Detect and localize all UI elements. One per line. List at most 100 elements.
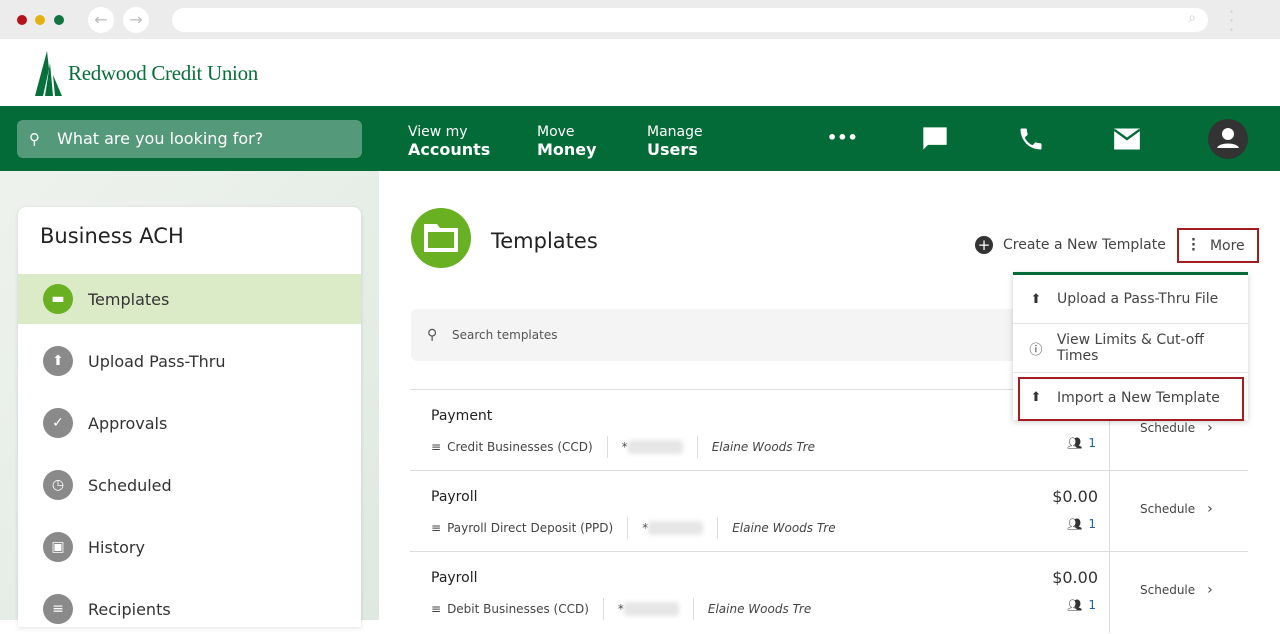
search-icon: ⌕ bbox=[1188, 10, 1196, 26]
sidebar-item-label: Templates bbox=[88, 289, 170, 309]
template-name: Payment bbox=[431, 408, 493, 424]
template-type: Payroll Direct Deposit (PPD) bbox=[447, 521, 614, 535]
account-number-blurred bbox=[627, 440, 683, 454]
plus-circle-icon: + bbox=[975, 236, 993, 254]
nav-label-bottom: Money bbox=[537, 140, 597, 159]
templates-folder-icon bbox=[411, 208, 471, 268]
nav-label-bottom: Accounts bbox=[408, 140, 491, 159]
sidebar-item-history[interactable]: ▣ History bbox=[18, 522, 361, 572]
account-mask: * bbox=[617, 602, 624, 616]
chat-icon[interactable] bbox=[921, 125, 949, 153]
schedule-button[interactable]: Schedule › bbox=[1140, 501, 1213, 517]
more-dropdown-menu: ⬆ Upload a Pass-Thru File ⓘ View Limits & … bbox=[1013, 272, 1248, 420]
divider bbox=[696, 436, 698, 458]
sidebar-item-upload-pass-thru[interactable]: ⬆ Upload Pass-Thru bbox=[18, 336, 361, 386]
upload-icon: ⬆ bbox=[1030, 390, 1042, 405]
sidebar-item-templates[interactable]: ▬ Templates bbox=[18, 274, 361, 324]
nav-label-top: Move bbox=[537, 124, 575, 140]
template-row[interactable]: Payroll ≡ Payroll Direct Deposit (PPD) * El… bbox=[410, 470, 1248, 552]
users-icon: 👥︎ bbox=[1067, 598, 1083, 612]
sidebar-item-approvals[interactable]: ✓ Approvals bbox=[18, 398, 361, 448]
account-mask: * bbox=[621, 440, 628, 454]
schedule-label: Schedule bbox=[1140, 502, 1196, 516]
recipient-count: 👥︎ 1 bbox=[1067, 436, 1096, 450]
menu-item-label: View Limits & Cut-off Times bbox=[1056, 332, 1205, 364]
schedule-button[interactable]: Schedule › bbox=[1140, 582, 1213, 598]
clipboard-check-icon: ✓ bbox=[43, 408, 73, 438]
mail-icon[interactable] bbox=[1113, 127, 1141, 151]
template-type: Credit Businesses (CCD) bbox=[447, 440, 593, 454]
sidebar-item-label: Approvals bbox=[88, 413, 168, 433]
phone-icon[interactable] bbox=[1017, 125, 1045, 153]
kebab-icon: · · · bbox=[1191, 233, 1196, 258]
brand-name[interactable]: Redwood Credit Union bbox=[68, 61, 258, 86]
template-owner: Elaine Woods Tre bbox=[707, 602, 812, 616]
folder-icon: ▬ bbox=[43, 284, 73, 314]
divider bbox=[717, 517, 719, 539]
sidebar-item-label: History bbox=[88, 537, 145, 557]
browser-chrome: ← → ⌕ · · · bbox=[0, 0, 1280, 39]
search-icon: ⚲ bbox=[29, 130, 40, 148]
sidebar-item-label: Upload Pass-Thru bbox=[88, 351, 226, 371]
account-number-blurred bbox=[623, 602, 679, 616]
template-details: ≡ Credit Businesses (CCD) * Elaine Woods Tr… bbox=[431, 436, 815, 458]
more-nav-button[interactable]: ••• bbox=[827, 128, 858, 147]
divider bbox=[1109, 552, 1110, 633]
recipient-count-value: 1 bbox=[1088, 436, 1096, 450]
menu-item-import-template[interactable]: ⬆ Import a New Template bbox=[1013, 373, 1248, 422]
menu-item-upload-pass-thru[interactable]: ⬆ Upload a Pass-Thru File bbox=[1013, 275, 1248, 324]
address-bar[interactable]: ⌕ bbox=[172, 8, 1208, 32]
more-label: More bbox=[1209, 237, 1245, 254]
sidebar-title: Business ACH bbox=[40, 224, 184, 248]
menu-item-label: Import a New Template bbox=[1057, 389, 1220, 406]
divider bbox=[627, 517, 629, 539]
upload-icon: ⬆ bbox=[1030, 291, 1042, 307]
clock-icon: ◷ bbox=[43, 470, 73, 500]
account-number-blurred bbox=[648, 521, 704, 535]
template-search-input[interactable]: ⚲ Search templates bbox=[411, 309, 1031, 361]
sidebar-item-label: Recipients bbox=[88, 599, 171, 619]
search-placeholder: What are you looking for? bbox=[57, 129, 264, 148]
minimize-window-dot[interactable] bbox=[35, 15, 45, 25]
chevron-right-icon: › bbox=[1207, 501, 1213, 517]
sidebar-item-scheduled[interactable]: ◷ Scheduled bbox=[18, 460, 361, 510]
template-name: Payroll bbox=[431, 489, 478, 505]
divider bbox=[606, 436, 608, 458]
menu-item-view-limits[interactable]: ⓘ View Limits & Cut-off Times bbox=[1013, 324, 1248, 373]
arrow-left-icon[interactable]: ← bbox=[88, 7, 114, 33]
list-icon: ≡ bbox=[431, 521, 442, 535]
sidebar-item-label: Scheduled bbox=[88, 475, 172, 495]
template-amount: $0.00 bbox=[1052, 568, 1098, 587]
divider bbox=[1109, 471, 1110, 552]
sidebar-item-recipients[interactable]: ≡ Recipients bbox=[18, 584, 361, 634]
users-icon: 👥︎ bbox=[1067, 517, 1083, 531]
nav-move-money[interactable]: Move Money bbox=[537, 123, 597, 159]
more-button[interactable]: · · · More bbox=[1177, 228, 1259, 263]
schedule-label: Schedule bbox=[1140, 421, 1196, 435]
redwood-logo-icon[interactable] bbox=[35, 51, 63, 96]
kebab-menu-icon[interactable]: · · · bbox=[1229, 4, 1234, 38]
search-placeholder: Search templates bbox=[452, 328, 558, 342]
divider bbox=[692, 598, 694, 620]
search-icon: ⚲ bbox=[427, 327, 438, 343]
nav-accounts[interactable]: View my Accounts bbox=[408, 123, 490, 159]
chevron-right-icon: › bbox=[1207, 582, 1213, 598]
arrow-right-icon[interactable]: → bbox=[123, 7, 149, 33]
maximize-window-dot[interactable] bbox=[54, 15, 64, 25]
schedule-button[interactable]: Schedule › bbox=[1140, 420, 1213, 436]
schedule-label: Schedule bbox=[1140, 583, 1196, 597]
create-template-label: Create a New Template bbox=[1003, 237, 1166, 253]
nav-label-top: Manage bbox=[647, 124, 703, 140]
nav-manage-users[interactable]: Manage Users bbox=[647, 123, 703, 159]
menu-item-label: Upload a Pass-Thru File bbox=[1057, 291, 1219, 307]
global-search-input[interactable]: ⚲ What are you looking for? bbox=[17, 120, 362, 158]
nav-label-top: View my bbox=[408, 124, 468, 140]
avatar-icon[interactable] bbox=[1208, 119, 1248, 159]
recipient-count: 👥︎ 1 bbox=[1067, 598, 1096, 612]
create-template-button[interactable]: + Create a New Template bbox=[975, 236, 1166, 254]
template-details: ≡ Payroll Direct Deposit (PPD) * Elaine Woo… bbox=[431, 517, 836, 539]
nav-label-bottom: Users bbox=[647, 140, 698, 159]
recipient-count: 👥︎ 1 bbox=[1067, 517, 1096, 531]
list-icon: ≡ bbox=[431, 440, 442, 454]
close-window-dot[interactable] bbox=[17, 15, 27, 25]
